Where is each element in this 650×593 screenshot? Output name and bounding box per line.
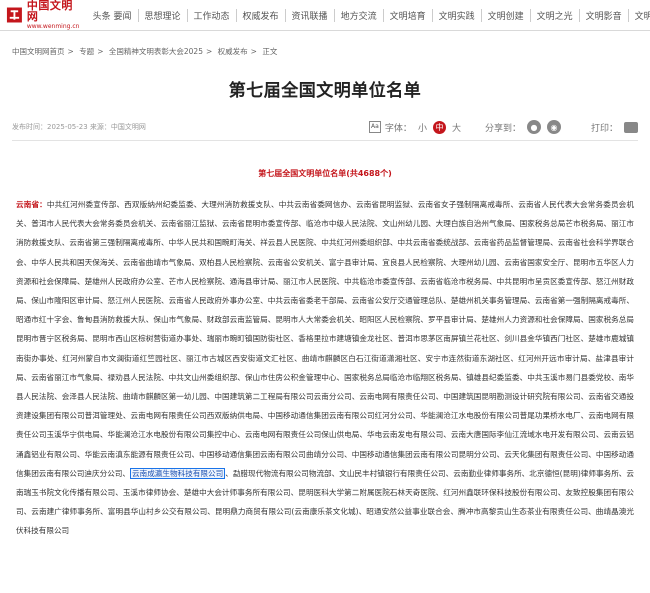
- nav-item[interactable]: 文明实践: [431, 8, 481, 22]
- site-header: 中国文明网 www.wenming.cn 头条 要闻 思想理论 工作动态 权威发…: [0, 0, 650, 31]
- breadcrumb-link[interactable]: 权威发布: [218, 47, 248, 56]
- article-meta-bar: 发布时间：2025-05-23 来源：中国文明网 Aa 字体： 小 中 大 分享…: [12, 120, 638, 134]
- article-title: 第七届全国文明单位名单: [228, 81, 422, 101]
- share-control: 分享到： ● ◉: [485, 120, 561, 134]
- nav-item[interactable]: 文明之光: [529, 8, 579, 22]
- font-medium-button[interactable]: 中: [432, 120, 446, 134]
- nav-item[interactable]: 权威发布: [235, 8, 285, 22]
- publish-info: 发布时间：2025-05-23 来源：中国文明网: [12, 123, 146, 131]
- nav-item[interactable]: 文明影音: [578, 8, 628, 22]
- print-icon[interactable]: [624, 121, 638, 133]
- breadcrumb-link[interactable]: 全国精神文明表彰大会2025: [109, 47, 203, 56]
- site-logo[interactable]: 中国文明网 www.wenming.cn: [6, 0, 81, 30]
- nav-item[interactable]: 头条 要闻: [87, 9, 138, 22]
- weibo-icon[interactable]: ◉: [546, 120, 561, 134]
- breadcrumb: 中国文明网首页 > 专题 > 全国精神文明表彰大会2025 > 权威发布 > 正文: [12, 47, 278, 56]
- nav-item[interactable]: 资讯联播: [284, 8, 334, 22]
- nav-item[interactable]: 文明培育: [382, 8, 432, 22]
- province-label: 云南省：: [16, 200, 47, 209]
- main-nav: 头条 要闻 思想理论 工作动态 权威发布 资讯联播 地方交流 文明培育 文明实践…: [87, 8, 650, 22]
- print-label: 打印：: [590, 123, 618, 134]
- font-large-button[interactable]: 大: [452, 121, 461, 134]
- highlighted-unit[interactable]: 云南成瀛生物科技有限公司: [130, 467, 226, 479]
- nav-item[interactable]: 地方交流: [333, 8, 383, 22]
- breadcrumb-link[interactable]: 专题: [79, 47, 94, 56]
- nav-item[interactable]: 工作动态: [186, 8, 236, 22]
- nav-item[interactable]: 文明创建: [480, 8, 530, 22]
- logo-emblem-icon: [6, 7, 22, 23]
- font-size-label: 字体：: [384, 123, 412, 134]
- font-size-icon: Aa: [368, 121, 381, 133]
- breadcrumb-current: 正文: [262, 47, 278, 56]
- font-size-control: Aa 字体： 小 中 大: [368, 120, 461, 134]
- print-control: 打印：: [591, 121, 638, 134]
- list-subtitle: 第七届全国文明单位名单(共4688个): [258, 169, 392, 178]
- breadcrumb-link[interactable]: 中国文明网首页: [12, 47, 65, 56]
- wechat-icon[interactable]: ●: [526, 120, 541, 134]
- unit-list-part-2: 、勐腊现代物流有限公司物流部、文山民丰村镇银行有限责任公司、云南勤业律师事务所、…: [16, 468, 635, 536]
- logo-url: www.wenming.cn: [26, 23, 80, 30]
- font-small-button[interactable]: 小: [418, 121, 427, 134]
- article-body: 云南省：中共红河州委宣传部、西双版纳州纪委监委、大理州消防救援支队、中共云南省委…: [16, 195, 634, 541]
- meta-divider: [12, 140, 638, 141]
- nav-item[interactable]: 思想理论: [137, 8, 187, 22]
- unit-list-part-1: 中共红河州委宣传部、西双版纳州纪委监委、大理州消防救援支队、中共云南省委网信办、…: [16, 200, 634, 478]
- share-label: 分享到：: [484, 123, 521, 134]
- logo-name: 中国文明网: [26, 0, 73, 23]
- nav-item[interactable]: 文明矩阵: [627, 8, 650, 22]
